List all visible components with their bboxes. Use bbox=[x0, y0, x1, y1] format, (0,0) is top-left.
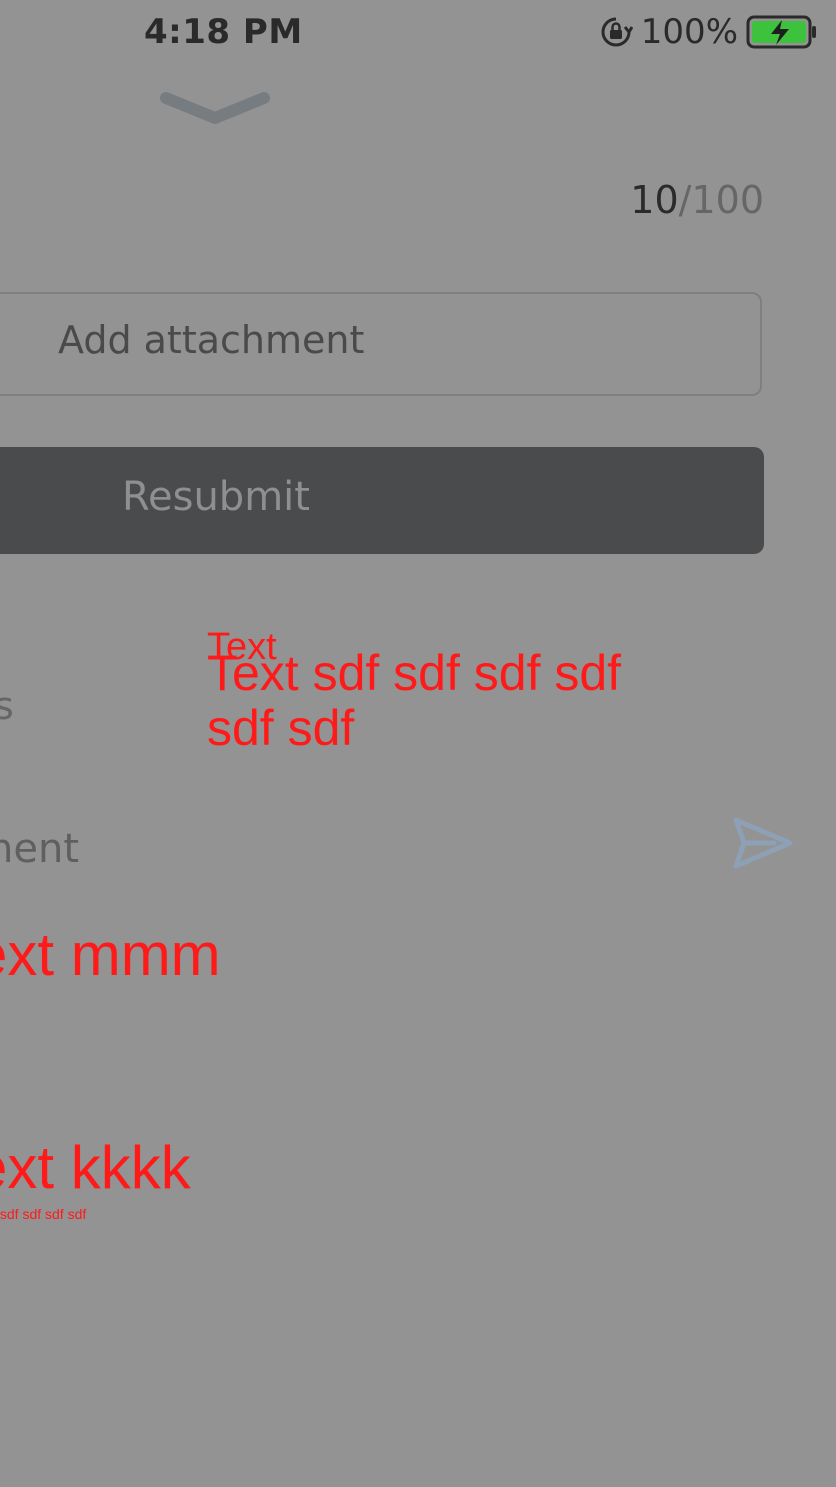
battery-charging-icon bbox=[746, 15, 816, 49]
counter-current: 10 bbox=[630, 178, 679, 222]
status-time: 4:18 PM bbox=[144, 12, 303, 52]
status-right: 100% bbox=[599, 12, 818, 52]
battery-percentage: 100% bbox=[640, 12, 738, 52]
send-icon[interactable] bbox=[730, 814, 796, 872]
character-counter: 10/100 bbox=[630, 178, 764, 222]
overlay-body-text: Text sdf sdf sdf sdf sdf sdf bbox=[207, 645, 622, 756]
resubmit-button[interactable] bbox=[0, 447, 764, 554]
screen: 4:18 PM 100% 10/100 Add attachment Resub… bbox=[0, 0, 836, 1487]
partial-label: s bbox=[0, 684, 14, 728]
counter-max: /100 bbox=[678, 178, 764, 222]
add-attachment-label: Add attachment bbox=[58, 318, 365, 362]
chevron-down-icon[interactable] bbox=[158, 88, 272, 128]
overlay-text-kkkk: ext kkkk bbox=[0, 1134, 191, 1201]
resubmit-label: Resubmit bbox=[122, 474, 310, 520]
overlay-text-mmm: ext mmm bbox=[0, 921, 221, 988]
overlay-tiny-text: tsdf sdf sdf sdf bbox=[0, 1206, 87, 1222]
comment-input-placeholder[interactable]: nent bbox=[0, 826, 79, 872]
rotation-lock-icon bbox=[601, 17, 633, 47]
